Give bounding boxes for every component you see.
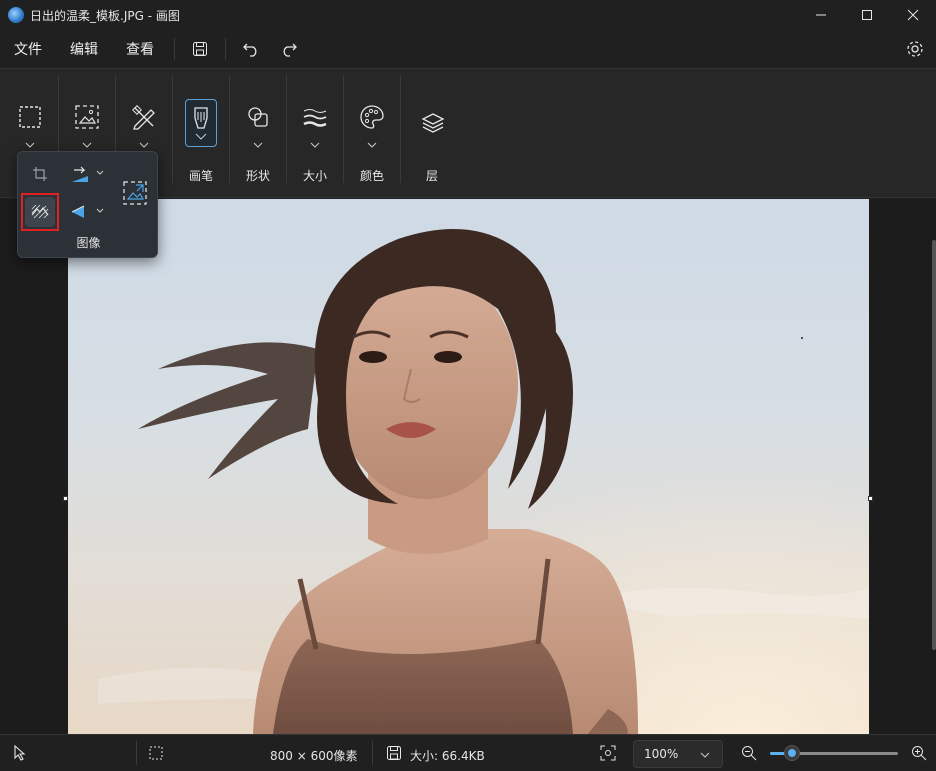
minimize-button[interactable]: [798, 0, 844, 30]
line-width-icon: [303, 109, 327, 127]
brushes-label: 画笔: [189, 169, 214, 183]
chevron-down-icon[interactable]: [310, 139, 320, 151]
resize-button[interactable]: [120, 178, 150, 208]
palette-icon: [360, 105, 384, 129]
brush-button[interactable]: [185, 99, 217, 147]
fit-screen-icon: [600, 745, 616, 761]
redo-icon: [283, 43, 297, 57]
crop-icon: [33, 167, 47, 181]
file-size: 大小: 66.4KB: [410, 749, 485, 763]
menu-bar: 文件 编辑 查看: [0, 30, 936, 68]
rotate-icon: [72, 166, 104, 182]
shapes-group[interactable]: 形状: [238, 69, 278, 187]
size-label: 大小: [303, 169, 328, 183]
canvas-image[interactable]: [68, 199, 869, 734]
close-icon: [907, 9, 919, 21]
settings-button[interactable]: [904, 38, 926, 60]
colors-group[interactable]: 颜色: [352, 69, 392, 187]
pointer-position-button[interactable]: [13, 744, 27, 764]
size-button[interactable]: [295, 97, 335, 137]
flip-button[interactable]: [66, 198, 106, 226]
zoom-value: 100%: [644, 747, 679, 761]
image-tools-popup: 图像: [17, 151, 158, 258]
image-select-icon: [75, 105, 99, 129]
chevron-down-icon[interactable]: [139, 139, 149, 151]
colors-button[interactable]: [352, 97, 392, 137]
rectangle-select-icon: [19, 106, 41, 128]
ribbon-separator: [286, 75, 287, 183]
brushes-group[interactable]: 画笔: [181, 69, 221, 187]
menu-view[interactable]: 查看: [112, 39, 168, 59]
vertical-scrollbar[interactable]: [932, 240, 936, 650]
zoom-out-icon: [742, 746, 757, 761]
ribbon-separator: [172, 75, 173, 183]
status-bar: 800 × 600像素 大小: 66.4KB 100%: [0, 734, 936, 771]
maximize-button[interactable]: [844, 0, 890, 30]
cursor-icon: [14, 744, 26, 761]
minimize-icon: [816, 14, 826, 16]
menu-separator: [174, 38, 175, 60]
zoom-out-button[interactable]: [741, 745, 757, 764]
layers-button[interactable]: [413, 103, 453, 143]
undo-button[interactable]: [232, 34, 270, 64]
chevron-down-icon[interactable]: [25, 139, 35, 151]
zoom-slider[interactable]: [770, 746, 898, 760]
maximize-icon: [862, 10, 872, 20]
portrait-photo: [68, 199, 869, 734]
menu-separator: [225, 38, 226, 60]
window-title: 日出的温柔_模板.JPG - 画图: [30, 8, 180, 23]
zoom-select[interactable]: 100%: [633, 740, 723, 768]
remove-background-icon: [31, 205, 49, 219]
chevron-down-icon: [700, 752, 710, 758]
status-separator: [372, 741, 373, 765]
image-popup-label: 图像: [76, 236, 101, 250]
file-size-icon: [386, 745, 402, 764]
selection-button[interactable]: [10, 97, 50, 137]
flip-icon: [71, 205, 104, 218]
chevron-down-icon[interactable]: [253, 139, 263, 151]
zoom-in-button[interactable]: [911, 745, 927, 764]
undo-icon: [243, 43, 257, 57]
image-dimensions: 800 × 600像素: [270, 749, 358, 763]
gear-icon: [907, 41, 923, 57]
resize-icon: [123, 181, 147, 205]
colors-label: 颜色: [360, 169, 385, 183]
layers-group[interactable]: 层: [413, 69, 453, 187]
status-separator: [136, 741, 137, 765]
fit-to-window-button[interactable]: [600, 745, 616, 764]
menu-file[interactable]: 文件: [0, 39, 56, 59]
paint-app-icon: [8, 7, 24, 23]
shapes-label: 形状: [246, 169, 271, 183]
crop-button[interactable]: [26, 160, 54, 188]
chevron-down-icon[interactable]: [367, 139, 377, 151]
resize-handle-left[interactable]: [63, 496, 68, 501]
shapes-button[interactable]: [238, 97, 278, 137]
shapes-icon: [248, 107, 268, 127]
zoom-slider-thumb[interactable]: [784, 746, 799, 760]
image-button[interactable]: [67, 97, 107, 137]
selection-size-icon: [149, 746, 163, 763]
tools-button[interactable]: [124, 97, 164, 137]
remove-background-highlight: [25, 197, 55, 227]
layers-label: 层: [426, 169, 439, 183]
ribbon-separator: [229, 75, 230, 183]
redo-button[interactable]: [270, 34, 308, 64]
close-button[interactable]: [890, 0, 936, 30]
save-button[interactable]: [181, 34, 219, 64]
resize-handle-right[interactable]: [868, 496, 873, 501]
pencil-eraser-icon: [132, 105, 155, 130]
chevron-down-icon[interactable]: [82, 139, 92, 151]
size-group[interactable]: 大小: [295, 69, 335, 187]
save-icon: [193, 42, 207, 56]
title-bar: 日出的温柔_模板.JPG - 画图: [0, 0, 936, 30]
remove-background-button[interactable]: [21, 193, 59, 231]
layers-icon: [421, 113, 445, 133]
ribbon-separator: [400, 75, 401, 183]
brush-icon: [194, 107, 208, 140]
rotate-button[interactable]: [66, 160, 106, 188]
menu-edit[interactable]: 编辑: [56, 39, 112, 59]
zoom-in-icon: [912, 746, 927, 761]
ribbon-separator: [343, 75, 344, 183]
